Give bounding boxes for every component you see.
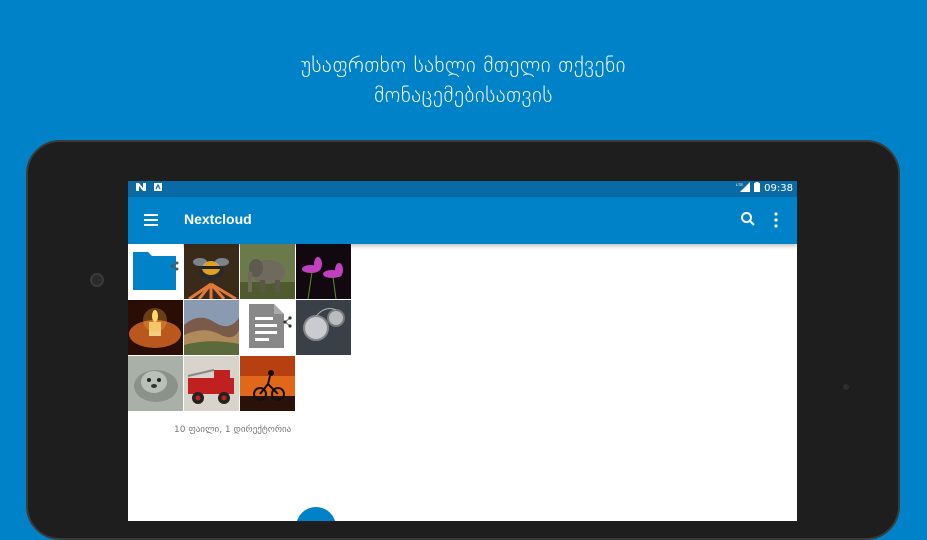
image-item-seal[interactable] xyxy=(128,356,183,411)
hamburger-menu-icon[interactable] xyxy=(144,211,164,231)
folder-icon xyxy=(133,252,179,290)
bee-image xyxy=(184,244,239,299)
image-item-bee[interactable] xyxy=(184,244,239,299)
promo-headline-line2: მონაცემებისათვის xyxy=(374,83,553,107)
folder-item[interactable] xyxy=(128,244,183,299)
flowers-image xyxy=(296,244,351,299)
image-item-fire-truck[interactable] xyxy=(184,356,239,411)
android-notification-icon xyxy=(154,183,162,194)
svg-text:LTE: LTE xyxy=(736,182,743,187)
file-count-summary: 10 ფაილი, 1 დირექტორია xyxy=(174,425,292,435)
app-screen: LTE 09:38 Nextcloud 10 ფაილი, 1 დირექტორ… xyxy=(128,181,797,521)
app-bar: Nextcloud xyxy=(128,197,797,244)
fire-truck-image xyxy=(184,356,239,411)
signal-icon: LTE xyxy=(736,182,751,195)
more-vertical-icon[interactable] xyxy=(773,211,783,229)
status-bar: LTE 09:38 xyxy=(128,181,797,197)
battery-icon xyxy=(754,182,761,195)
document-icon xyxy=(249,304,292,348)
watch-image xyxy=(296,300,351,355)
image-item-cyclist-sunset[interactable] xyxy=(240,356,295,411)
promo-headline: უსაფრთხო სახლი მთელი თქვენი მონაცემებისა… xyxy=(0,50,927,110)
candle-image xyxy=(128,300,183,355)
search-icon[interactable] xyxy=(740,211,758,229)
promo-headline-line1: უსაფრთხო სახლი მთელი თქვენი xyxy=(301,53,626,77)
add-fab-button[interactable] xyxy=(296,507,336,521)
tablet-sensor xyxy=(843,384,849,390)
app-title: Nextcloud xyxy=(184,211,252,227)
status-time: 09:38 xyxy=(764,183,793,194)
image-item-hills[interactable] xyxy=(184,300,239,355)
image-item-pink-flowers[interactable] xyxy=(296,244,351,299)
image-item-pocket-watch[interactable] xyxy=(296,300,351,355)
nextcloud-notification-icon xyxy=(136,183,146,194)
tablet-camera xyxy=(90,273,104,287)
cyclist-image xyxy=(240,356,295,411)
seal-image xyxy=(128,356,183,411)
elephant-image xyxy=(240,244,295,299)
document-item[interactable] xyxy=(240,300,295,355)
image-item-elephant[interactable] xyxy=(240,244,295,299)
hills-image xyxy=(184,300,239,355)
image-item-candle[interactable] xyxy=(128,300,183,355)
